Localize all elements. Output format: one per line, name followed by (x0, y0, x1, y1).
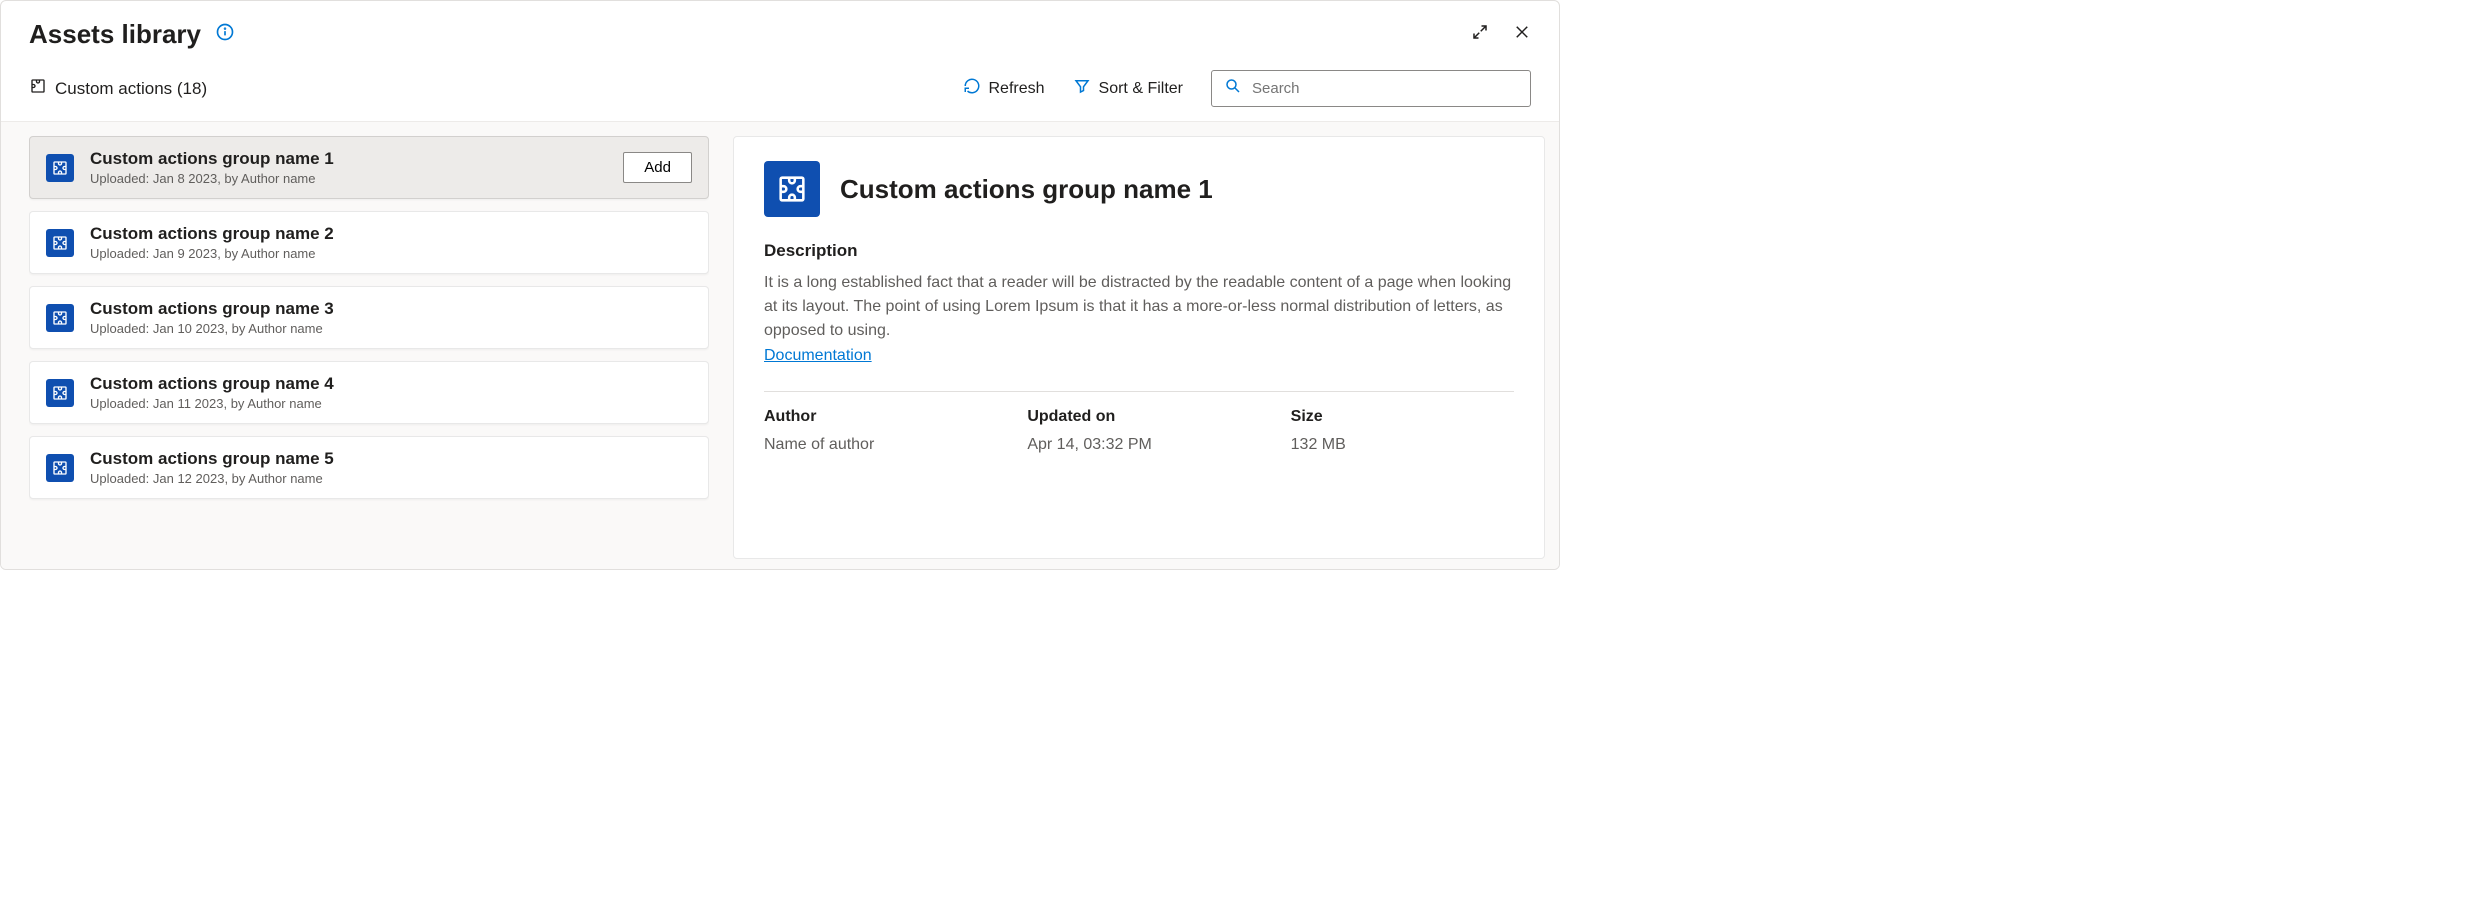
list-item[interactable]: Custom actions group name 2 Uploaded: Jan… (29, 211, 709, 274)
author-label: Author (764, 408, 987, 426)
list-item-meta: Uploaded: Jan 8 2023, by Author name (90, 171, 607, 186)
detail-header: Custom actions group name 1 (764, 161, 1514, 217)
toolbar: Custom actions (18) Refresh Sort & Filte… (1, 58, 1559, 121)
list-item[interactable]: Custom actions group name 3 Uploaded: Jan… (29, 286, 709, 349)
add-button[interactable]: Add (623, 152, 692, 183)
puzzle-icon (29, 77, 47, 100)
expand-icon[interactable] (1471, 23, 1489, 46)
list-item-meta: Uploaded: Jan 11 2023, by Author name (90, 396, 692, 411)
updated-value: Apr 14, 03:32 PM (1027, 436, 1250, 454)
page-title: Assets library (29, 19, 201, 50)
list-item-title: Custom actions group name 1 (90, 149, 607, 169)
list-item-meta: Uploaded: Jan 12 2023, by Author name (90, 471, 692, 486)
list-item-title: Custom actions group name 3 (90, 299, 692, 319)
size-label: Size (1291, 408, 1514, 426)
window-controls (1471, 23, 1531, 46)
list-item[interactable]: Custom actions group name 5 Uploaded: Jan… (29, 436, 709, 499)
list-item[interactable]: Custom actions group name 4 Uploaded: Jan… (29, 361, 709, 424)
list-pane: Custom actions group name 1 Uploaded: Jan… (29, 122, 709, 559)
puzzle-icon (46, 229, 74, 257)
title-area: Assets library (29, 19, 235, 50)
size-value: 132 MB (1291, 436, 1514, 454)
close-icon[interactable] (1513, 23, 1531, 46)
search-icon (1224, 77, 1242, 100)
refresh-icon (963, 77, 981, 100)
puzzle-icon (46, 154, 74, 182)
list-item-title: Custom actions group name 4 (90, 374, 692, 394)
puzzle-icon (764, 161, 820, 217)
search-box[interactable] (1211, 70, 1531, 107)
sort-filter-button[interactable]: Sort & Filter (1073, 77, 1183, 100)
list-item-text: Custom actions group name 3 Uploaded: Jan… (90, 299, 692, 336)
puzzle-icon (46, 454, 74, 482)
list-item-text: Custom actions group name 4 Uploaded: Jan… (90, 374, 692, 411)
description-text: It is a long established fact that a rea… (764, 271, 1514, 343)
search-input[interactable] (1252, 80, 1518, 97)
meta-grid: Author Name of author Updated on Apr 14,… (764, 408, 1514, 454)
updated-label: Updated on (1027, 408, 1250, 426)
description-heading: Description (764, 241, 1514, 261)
header: Assets library (1, 1, 1559, 58)
divider (764, 391, 1514, 392)
refresh-label: Refresh (989, 80, 1045, 98)
refresh-button[interactable]: Refresh (963, 77, 1045, 100)
meta-updated: Updated on Apr 14, 03:32 PM (1027, 408, 1250, 454)
filter-icon (1073, 77, 1091, 100)
list-item-meta: Uploaded: Jan 9 2023, by Author name (90, 246, 692, 261)
list-item-text: Custom actions group name 2 Uploaded: Jan… (90, 224, 692, 261)
tab-label: Custom actions (18) (55, 79, 207, 99)
list-item-text: Custom actions group name 1 Uploaded: Jan… (90, 149, 607, 186)
meta-size: Size 132 MB (1291, 408, 1514, 454)
sort-filter-label: Sort & Filter (1099, 80, 1183, 98)
puzzle-icon (46, 379, 74, 407)
list-item-meta: Uploaded: Jan 10 2023, by Author name (90, 321, 692, 336)
author-value: Name of author (764, 436, 987, 454)
list-item-text: Custom actions group name 5 Uploaded: Jan… (90, 449, 692, 486)
content: Custom actions group name 1 Uploaded: Jan… (1, 121, 1559, 569)
actions-area: Refresh Sort & Filter (963, 70, 1532, 107)
info-icon[interactable] (215, 22, 235, 47)
detail-pane: Custom actions group name 1 Description … (733, 136, 1545, 559)
meta-author: Author Name of author (764, 408, 987, 454)
list-item[interactable]: Custom actions group name 1 Uploaded: Jan… (29, 136, 709, 199)
tab-custom-actions[interactable]: Custom actions (18) (29, 77, 207, 100)
puzzle-icon (46, 304, 74, 332)
documentation-link[interactable]: Documentation (764, 347, 872, 364)
detail-title: Custom actions group name 1 (840, 174, 1213, 205)
list-item-title: Custom actions group name 5 (90, 449, 692, 469)
list-item-title: Custom actions group name 2 (90, 224, 692, 244)
assets-library-panel: Assets library Custom actions (18) (0, 0, 1560, 570)
